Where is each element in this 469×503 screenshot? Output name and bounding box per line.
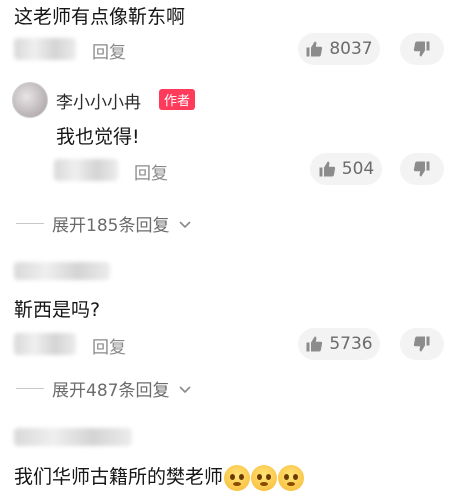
expand-replies-label: 展开185条回复 xyxy=(52,216,170,236)
reply-button[interactable]: 回复 xyxy=(134,159,168,184)
dislike-button[interactable] xyxy=(400,153,444,185)
author-badge: 作者 xyxy=(159,89,196,110)
thumbs-up-icon xyxy=(306,41,323,57)
like-button[interactable]: 8037 xyxy=(298,33,380,65)
expand-replies-button[interactable]: 展开487条回复 xyxy=(16,376,193,401)
thumbs-up-icon xyxy=(306,336,323,352)
thumbs-down-icon xyxy=(413,161,430,177)
comment-row: 我们华师古籍所的樊老师 xyxy=(14,462,305,491)
like-count: 5736 xyxy=(329,334,373,354)
comment-text: 我们华师古籍所的樊老师 xyxy=(14,466,224,488)
expand-replies-button[interactable]: 展开185条回复 xyxy=(16,211,193,236)
blurred-username xyxy=(54,159,118,181)
blurred-username xyxy=(14,262,110,280)
dislike-button[interactable] xyxy=(400,33,444,65)
blurred-username xyxy=(14,428,132,446)
blurred-username xyxy=(14,38,76,60)
chevron-down-icon xyxy=(179,220,192,228)
like-count: 504 xyxy=(341,159,375,179)
thumbs-up-icon xyxy=(319,161,335,177)
blurred-username xyxy=(14,333,76,355)
comment-text: 靳西是吗? xyxy=(14,299,101,321)
like-button[interactable]: 5736 xyxy=(298,328,380,360)
thumbs-down-icon xyxy=(413,41,430,57)
like-button[interactable]: 504 xyxy=(310,153,382,185)
pleading-face-emoji xyxy=(224,464,251,491)
expand-replies-label: 展开487条回复 xyxy=(52,381,170,401)
reply-button[interactable]: 回复 xyxy=(92,333,126,358)
comment-text: 这老师有点像靳东啊 xyxy=(14,6,186,28)
divider xyxy=(16,223,44,224)
like-count: 8037 xyxy=(329,39,373,59)
comment-text: 我也觉得! xyxy=(56,126,140,148)
reply-button[interactable]: 回复 xyxy=(92,38,126,63)
thumbs-down-icon xyxy=(413,336,430,352)
pleading-face-emoji xyxy=(251,464,278,491)
divider xyxy=(16,388,44,389)
dislike-button[interactable] xyxy=(400,328,444,360)
avatar[interactable] xyxy=(12,82,48,118)
author-name[interactable]: 李小小小冉 xyxy=(56,88,141,113)
chevron-down-icon xyxy=(179,385,192,393)
pleading-face-emoji xyxy=(278,464,305,491)
